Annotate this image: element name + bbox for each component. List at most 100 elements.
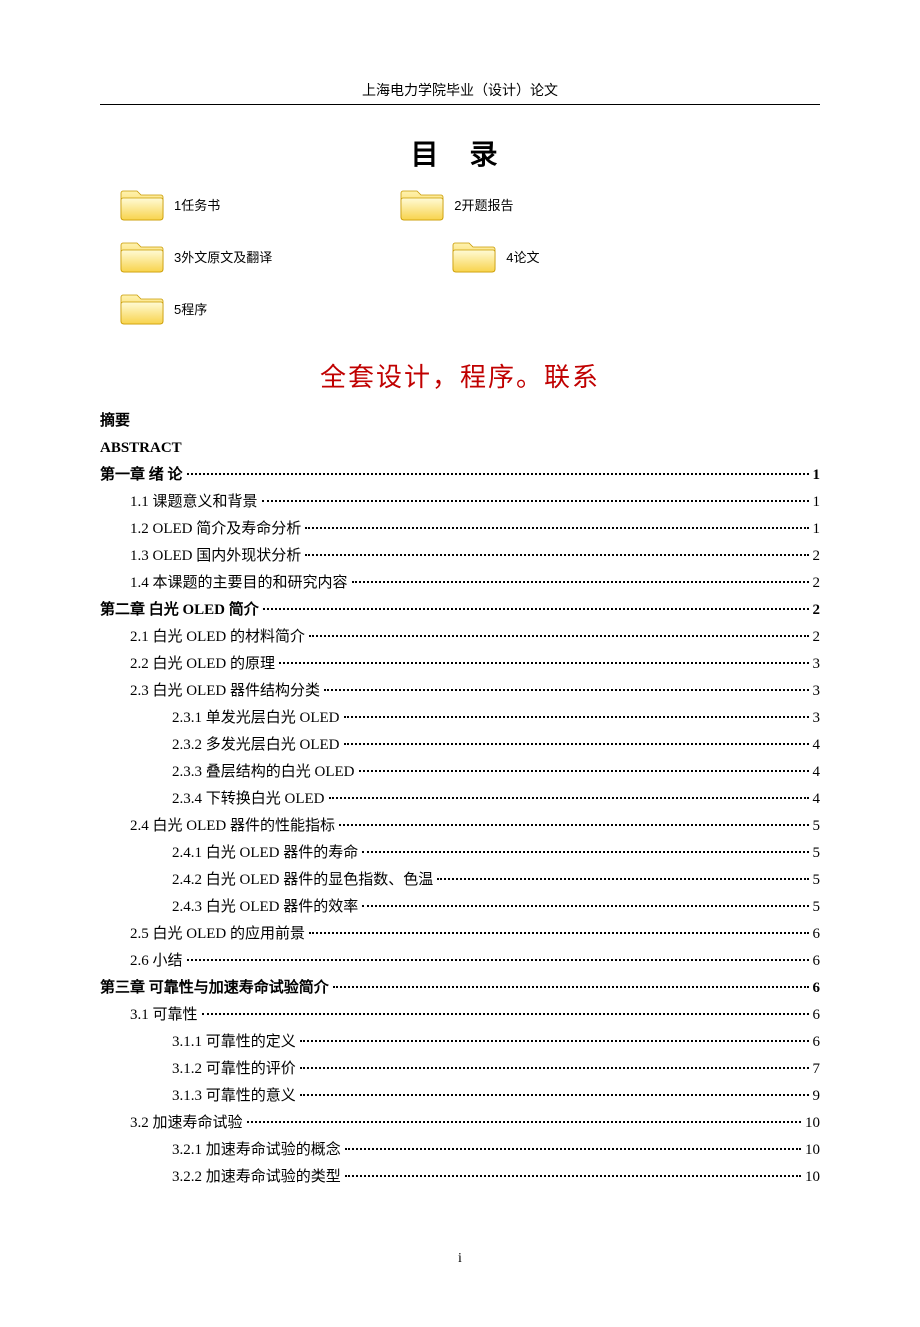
toc-leader (300, 1040, 809, 1042)
toc-entry[interactable]: 1.3 OLED 国内外现状分析2 (100, 543, 820, 570)
toc-entry[interactable]: 2.6 小结6 (100, 948, 820, 975)
toc-leader (300, 1067, 809, 1069)
toc-page: 4 (811, 759, 821, 786)
toc-entry[interactable]: 第三章 可靠性与加速寿命试验简介6 (100, 975, 820, 1002)
toc-page: 6 (811, 1029, 821, 1056)
toc-entry[interactable]: 2.3 白光 OLED 器件结构分类3 (100, 678, 820, 705)
toc-entry[interactable]: 2.4.1 白光 OLED 器件的寿命5 (100, 840, 820, 867)
toc-page: 3 (811, 651, 821, 678)
folder-icon (120, 289, 164, 327)
toc-entry[interactable]: 2.5 白光 OLED 的应用前景 6 (100, 921, 820, 948)
toc-label: 1.2 OLED 简介及寿命分析 (130, 516, 303, 543)
toc-entry[interactable]: 2.3.1 单发光层白光 OLED3 (100, 705, 820, 732)
toc-page: 4 (811, 786, 821, 813)
toc-label: 第二章 白光 OLED 简介 (100, 597, 261, 624)
toc-heading: 目 录 (100, 133, 820, 173)
toc-leader (202, 1013, 809, 1015)
toc-page: 5 (811, 867, 821, 894)
folder-1[interactable]: 1任务书 (120, 185, 220, 223)
toc-leader (345, 1148, 801, 1150)
toc-leader (362, 851, 808, 853)
folder-label: 1任务书 (174, 195, 220, 214)
toc-label: 2.4 白光 OLED 器件的性能指标 (130, 813, 337, 840)
toc-page: 10 (803, 1137, 820, 1164)
toc-label: 3.1 可靠性 (130, 1002, 200, 1029)
toc-entry[interactable]: 3.2 加速寿命试验 10 (100, 1110, 820, 1137)
toc-entry[interactable]: 1.1 课题意义和背景1 (100, 489, 820, 516)
page-number: i (100, 1251, 820, 1267)
toc-page: 1 (811, 516, 821, 543)
toc-label: 2.3.4 下转换白光 OLED (172, 786, 327, 813)
toc-page: 6 (811, 1002, 821, 1029)
toc-leader (437, 878, 808, 880)
toc-leader (345, 1175, 801, 1177)
toc-entry[interactable]: 第二章 白光 OLED 简介 2 (100, 597, 820, 624)
toc-leader (333, 986, 809, 988)
toc-label: 2.3.2 多发光层白光 OLED (172, 732, 342, 759)
folder-5[interactable]: 5程序 (120, 289, 207, 327)
folder-icon (120, 237, 164, 275)
toc-entry[interactable]: 3.2.1 加速寿命试验的概念10 (100, 1137, 820, 1164)
toc-entry[interactable]: 3.2.2 加速寿命试验的类型 10 (100, 1164, 820, 1191)
toc-entry[interactable]: 摘要 (100, 408, 820, 435)
toc-page: 6 (811, 948, 821, 975)
toc-label: 2.5 白光 OLED 的应用前景 (130, 921, 307, 948)
folder-icon (452, 237, 496, 275)
toc-entry[interactable]: 2.1 白光 OLED 的材料简介2 (100, 624, 820, 651)
folder-label: 5程序 (174, 299, 207, 318)
folder-3[interactable]: 3外文原文及翻译 (120, 237, 272, 275)
toc-entry[interactable]: 1.2 OLED 简介及寿命分析 1 (100, 516, 820, 543)
toc-page: 7 (811, 1056, 821, 1083)
folder-4[interactable]: 4论文 (452, 237, 539, 275)
toc-entry[interactable]: 3.1.3 可靠性的意义9 (100, 1083, 820, 1110)
toc-leader (344, 743, 809, 745)
toc-page: 6 (811, 975, 821, 1002)
toc-label: 3.2.2 加速寿命试验的类型 (172, 1164, 343, 1191)
toc-entry[interactable]: 第一章 绪 论1 (100, 462, 820, 489)
toc-entry[interactable]: 2.3.2 多发光层白光 OLED 4 (100, 732, 820, 759)
toc-entry[interactable]: 2.4 白光 OLED 器件的性能指标5 (100, 813, 820, 840)
toc-label: 2.1 白光 OLED 的材料简介 (130, 624, 307, 651)
toc-label: 2.3.1 单发光层白光 OLED (172, 705, 342, 732)
toc-leader (339, 824, 809, 826)
toc-page: 1 (811, 489, 821, 516)
toc-entry[interactable]: 3.1.1 可靠性的定义6 (100, 1029, 820, 1056)
folder-2[interactable]: 2开题报告 (400, 185, 513, 223)
toc-entry[interactable]: 2.2 白光 OLED 的原理3 (100, 651, 820, 678)
toc-page: 4 (811, 732, 821, 759)
toc-leader (352, 581, 809, 583)
toc-entry[interactable]: ABSTRACT (100, 435, 820, 462)
table-of-contents: 摘要ABSTRACT第一章 绪 论11.1 课题意义和背景11.2 OLED 简… (100, 408, 820, 1191)
toc-leader (362, 905, 808, 907)
toc-page: 5 (811, 894, 821, 921)
toc-entry[interactable]: 2.3.4 下转换白光 OLED 4 (100, 786, 820, 813)
toc-entry[interactable]: 3.1.2 可靠性的评价 7 (100, 1056, 820, 1083)
toc-leader (187, 959, 809, 961)
toc-label: 1.3 OLED 国内外现状分析 (130, 543, 303, 570)
toc-label: 2.4.3 白光 OLED 器件的效率 (172, 894, 360, 921)
toc-entry[interactable]: 2.4.3 白光 OLED 器件的效率 5 (100, 894, 820, 921)
toc-label: 3.1.2 可靠性的评价 (172, 1056, 298, 1083)
toc-page: 6 (811, 921, 821, 948)
toc-label: 2.3.3 叠层结构的白光 OLED (172, 759, 357, 786)
toc-label: 3.2 加速寿命试验 (130, 1110, 245, 1137)
toc-entry[interactable]: 3.1 可靠性 6 (100, 1002, 820, 1029)
toc-leader (329, 797, 809, 799)
toc-entry[interactable]: 1.4 本课题的主要目的和研究内容2 (100, 570, 820, 597)
folder-row: 3外文原文及翻译 4论文 (120, 237, 820, 275)
contact-subtitle: 全套设计，程序。联系 (100, 357, 820, 394)
folder-row: 5程序 (120, 289, 820, 327)
toc-page: 10 (803, 1164, 820, 1191)
toc-page: 10 (803, 1110, 820, 1137)
toc-entry[interactable]: 2.4.2 白光 OLED 器件的显色指数、色温5 (100, 867, 820, 894)
folder-label: 3外文原文及翻译 (174, 247, 272, 266)
folder-label: 4论文 (506, 247, 539, 266)
folder-icon (120, 185, 164, 223)
toc-leader (324, 689, 809, 691)
toc-leader (279, 662, 809, 664)
toc-page: 9 (811, 1083, 821, 1110)
toc-page: 3 (811, 678, 821, 705)
toc-page: 2 (811, 597, 821, 624)
toc-leader (305, 554, 808, 556)
toc-entry[interactable]: 2.3.3 叠层结构的白光 OLED 4 (100, 759, 820, 786)
